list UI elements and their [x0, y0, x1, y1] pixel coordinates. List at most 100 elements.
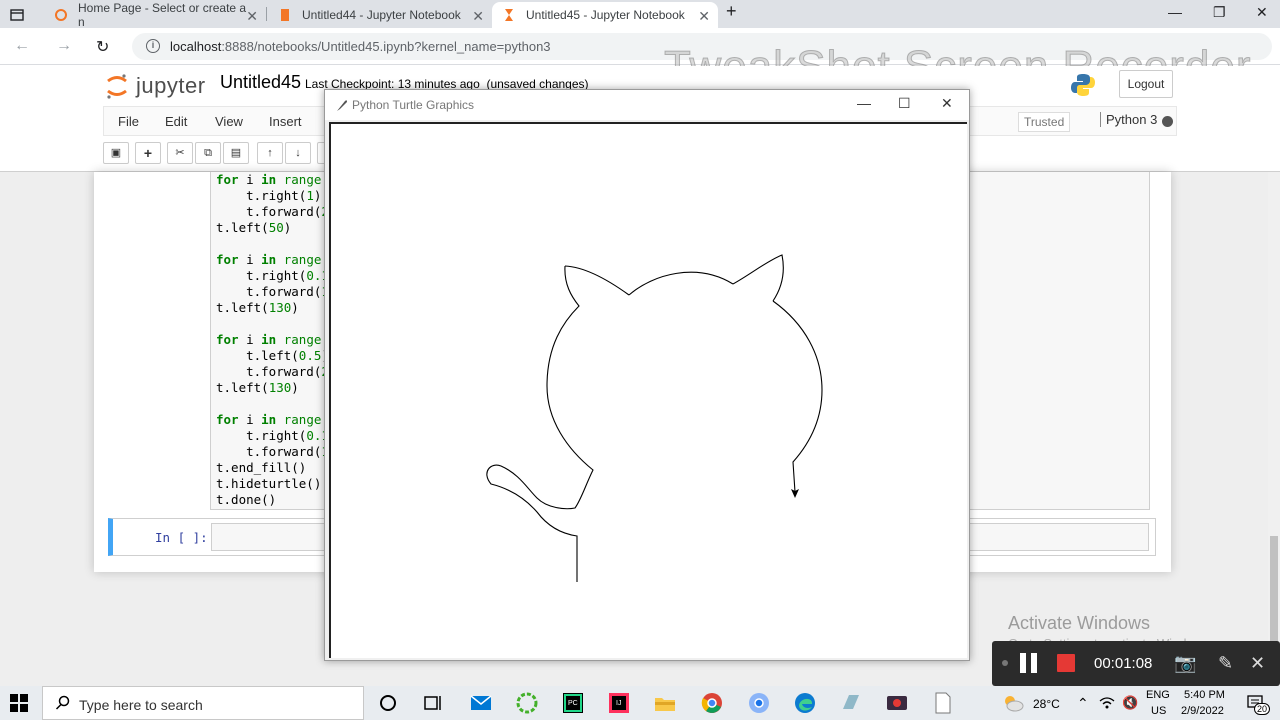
page-scrollbar[interactable] [1268, 172, 1280, 686]
input-prompt: In [ ]: [155, 530, 208, 545]
back-icon[interactable]: ← [14, 37, 30, 55]
menu-edit[interactable]: Edit [165, 114, 187, 129]
turtle-graphics-window: Python Turtle Graphics — ☐ ✕ [324, 89, 970, 661]
chrome-icon[interactable] [700, 691, 724, 715]
stop-button[interactable] [1057, 654, 1075, 672]
pycharm-icon[interactable]: PC [561, 691, 585, 715]
volume-muted-icon[interactable]: 🔇 [1122, 695, 1138, 711]
code-token: i [238, 412, 262, 427]
chrome-beta-icon[interactable] [747, 691, 771, 715]
edit-icon[interactable]: ✎ [1218, 653, 1233, 674]
menu-insert[interactable]: Insert [269, 114, 302, 129]
save-icon: ▣ [110, 147, 122, 159]
close-window-icon[interactable]: ✕ [1256, 4, 1268, 21]
mail-icon[interactable] [469, 691, 493, 715]
code-token: t.left( [216, 220, 269, 235]
insert-cell-button[interactable]: + [135, 142, 161, 164]
jupyter-logo-text: jupyter [136, 73, 206, 98]
site-info-icon[interactable]: i [146, 39, 160, 53]
code-token: in [261, 172, 277, 187]
camera-icon[interactable]: 📷 [1174, 653, 1196, 674]
maximize-icon[interactable]: ☐ [898, 95, 911, 112]
code-token: for [216, 172, 239, 187]
arrow-down-icon: ↓ [295, 147, 301, 159]
code-token: range( [276, 412, 329, 427]
browser-tabstrip: Home Page - Select or create a n ✕ Untit… [0, 0, 1280, 29]
copy-button[interactable]: ⧉ [195, 142, 221, 164]
tab-home-page[interactable]: Home Page - Select or create a n ✕ [44, 1, 266, 29]
code-token: 50 [268, 220, 284, 235]
windows-start-icon[interactable] [10, 694, 28, 712]
notepad-icon[interactable] [931, 691, 955, 715]
minimize-icon[interactable]: — [1168, 4, 1182, 20]
move-down-button[interactable]: ↓ [285, 142, 311, 164]
minimize-icon[interactable]: — [857, 95, 871, 111]
trusted-indicator[interactable]: Trusted [1018, 112, 1071, 132]
close-icon[interactable]: ✕ [472, 8, 484, 25]
scissors-icon: ✂ [175, 147, 185, 159]
move-up-button[interactable]: ↑ [257, 142, 283, 164]
reload-icon[interactable]: ↻ [96, 37, 109, 57]
code-token: t.done() [216, 492, 277, 507]
restore-icon[interactable]: ❐ [1213, 4, 1226, 21]
jupyter-logo[interactable]: jupyter [106, 72, 206, 100]
tray-chevron-up-icon[interactable]: ⌃ [1077, 695, 1089, 712]
close-icon[interactable]: ✕ [246, 8, 258, 25]
kernel-status-icon [1162, 116, 1173, 127]
logout-button[interactable]: Logout [1119, 70, 1173, 98]
recorder-handle[interactable] [1002, 660, 1008, 666]
menu-view[interactable]: View [215, 114, 243, 129]
edge-icon[interactable] [793, 691, 817, 715]
taskbar-search-box[interactable]: Type here to search [42, 686, 364, 720]
code-token: t.forward( [216, 444, 322, 459]
tab-actions-button[interactable] [0, 2, 40, 28]
turtle-canvas[interactable] [329, 122, 967, 658]
task-view-icon[interactable] [421, 691, 445, 715]
clock-time[interactable]: 5:40 PM [1184, 689, 1225, 701]
file-explorer-icon[interactable] [653, 691, 677, 715]
code-token: ) [283, 220, 292, 235]
forward-icon[interactable]: → [56, 37, 72, 55]
menu-file[interactable]: File [118, 114, 139, 129]
code-line: for i in range( [216, 172, 329, 188]
notebook-name[interactable]: Untitled45 [220, 72, 301, 93]
copy-icon: ⧉ [204, 147, 212, 159]
taskbar: Type here to search PC IJ 28°C ⌃ 🔇 ENG U… [0, 686, 1280, 720]
url-path: :8888/notebooks/Untitled45.ipynb?kernel_… [221, 39, 551, 54]
search-icon [55, 695, 70, 710]
save-button[interactable]: ▣ [103, 142, 129, 164]
code-token: 0.5 [298, 348, 322, 363]
close-icon[interactable]: ✕ [941, 95, 953, 112]
stack-app-icon[interactable] [839, 691, 863, 715]
code-token: t.hideturtle() [216, 476, 322, 491]
code-token: t.left( [216, 300, 269, 315]
close-icon[interactable]: ✕ [698, 8, 710, 25]
recorder-app-icon[interactable] [885, 691, 909, 715]
turtle-titlebar[interactable]: Python Turtle Graphics — ☐ ✕ [325, 90, 969, 120]
intellij-icon[interactable]: IJ [607, 691, 631, 715]
weather-temperature[interactable]: 28°C [1033, 697, 1060, 711]
paste-button[interactable]: ▤ [223, 142, 249, 164]
input-language[interactable]: ENG [1146, 689, 1170, 701]
code-line: t.right(0.1 [216, 268, 329, 284]
code-token: t.left( [216, 348, 299, 363]
cat-ear-right-path [732, 254, 784, 302]
notebook-favicon-icon [281, 9, 289, 21]
pause-button[interactable] [1020, 653, 1040, 673]
new-tab-button[interactable]: + [726, 1, 737, 22]
close-recorder-icon[interactable]: ✕ [1250, 653, 1265, 674]
code-token: i [238, 252, 262, 267]
cut-button[interactable]: ✂ [167, 142, 193, 164]
tab-untitled45[interactable]: Untitled45 - Jupyter Notebook ✕ [492, 2, 718, 28]
code-editor[interactable]: for i in range( t.right(1) t.forward(2t.… [216, 172, 329, 508]
wifi-icon[interactable] [1099, 696, 1115, 710]
tab-actions-icon [10, 9, 24, 21]
turtle-window-title: Python Turtle Graphics [352, 98, 475, 112]
hourglass-favicon-icon [505, 9, 513, 21]
activate-windows-title: Activate Windows [1008, 613, 1151, 633]
cortana-icon[interactable] [376, 691, 400, 715]
weather-icon[interactable] [1002, 693, 1024, 713]
anaconda-icon[interactable] [515, 691, 539, 715]
tab-untitled44[interactable]: Untitled44 - Jupyter Notebook ✕ [268, 2, 492, 28]
